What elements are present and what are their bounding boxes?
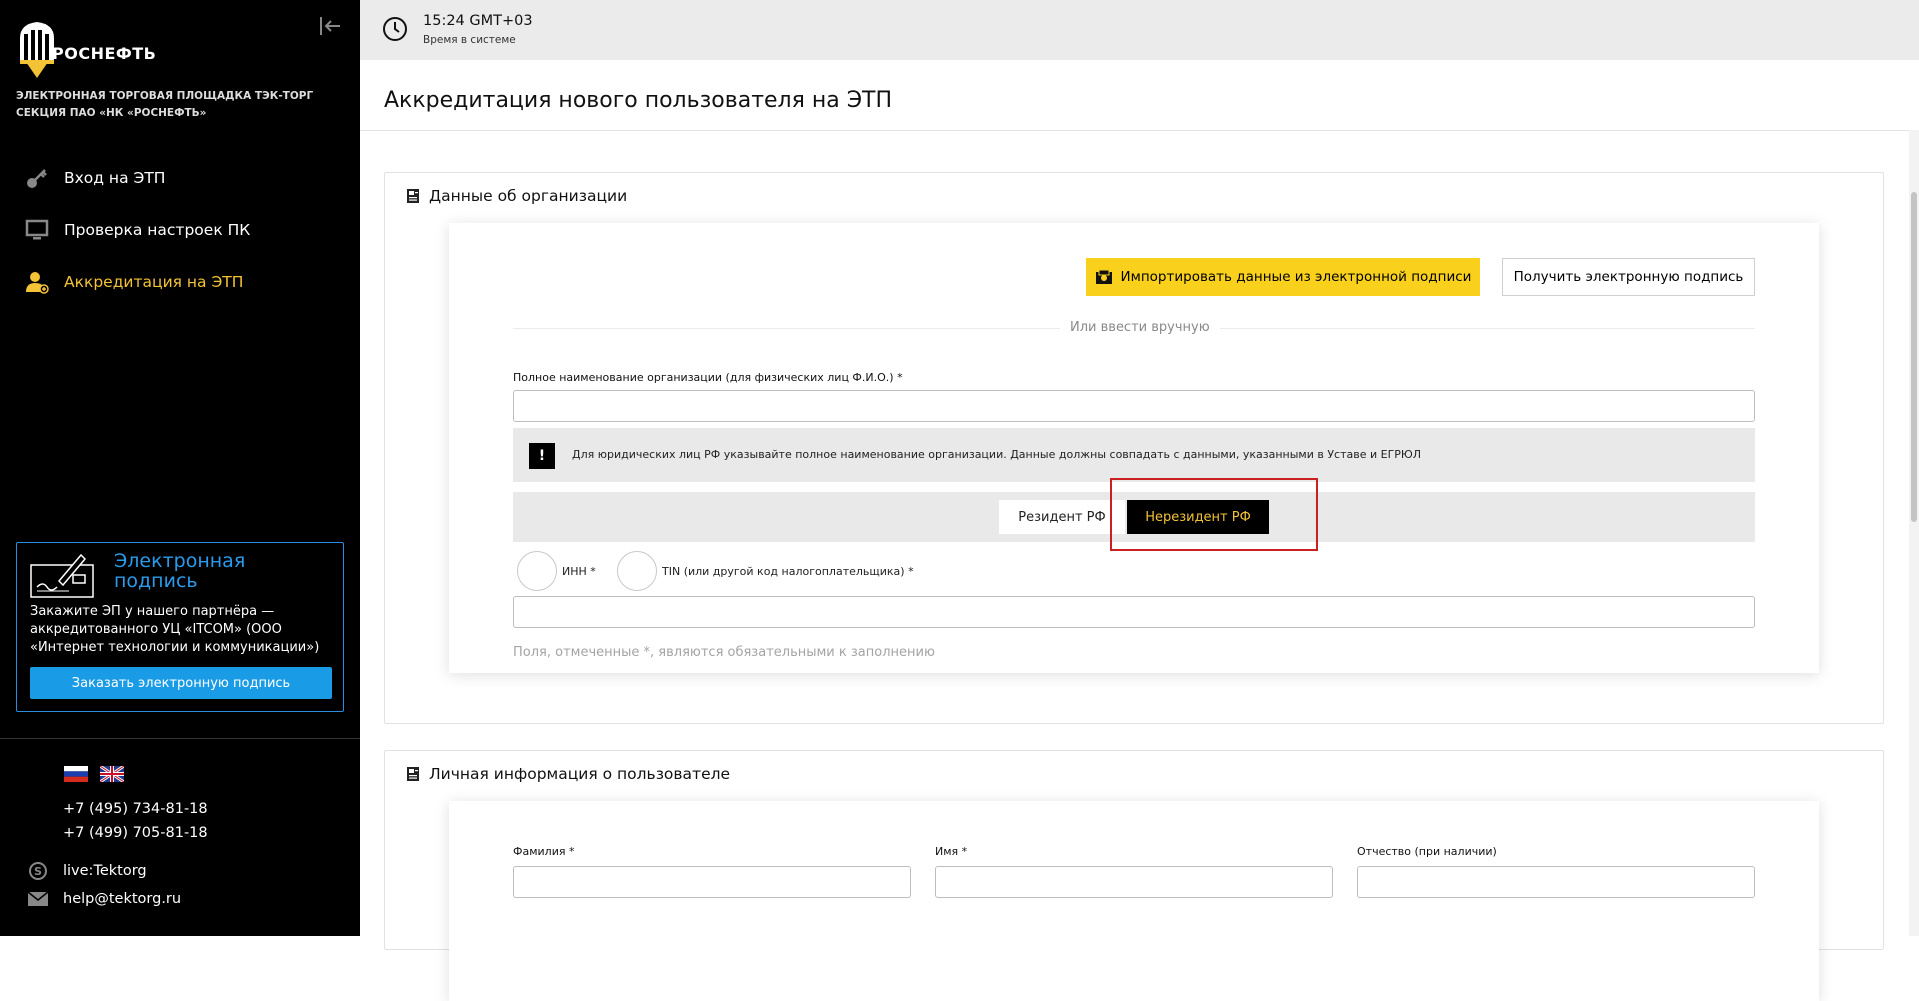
e-signature-card: Электронная подпись Закажите ЭП у нашего… (16, 542, 344, 712)
document-icon (405, 188, 421, 204)
section-header: Личная информация о пользователе (405, 765, 730, 783)
scrollbar[interactable] (1909, 130, 1919, 936)
last-name-label-text: Фамилия (513, 845, 566, 858)
get-signature-button[interactable]: Получить электронную подпись (1502, 258, 1755, 296)
inn-radio[interactable] (517, 551, 557, 591)
tax-id-input[interactable] (513, 596, 1755, 628)
sidebar: РОСНЕФТЬ ЭЛЕКТРОННАЯ ТОРГОВАЯ ПЛОЩАДКА Т… (0, 0, 360, 936)
last-name-input[interactable] (513, 866, 911, 898)
resident-toggle-button[interactable]: Резидент РФ (999, 500, 1125, 534)
phone-1[interactable]: +7 (495) 734-81-18 (63, 801, 208, 817)
tin-radio-label: TIN (или другой код налогоплательщика) * (662, 565, 914, 578)
hint-box: ! Для юридических лиц РФ указывайте полн… (513, 428, 1755, 482)
collapse-sidebar-icon[interactable] (318, 14, 344, 38)
phone-2[interactable]: +7 (499) 705-81-18 (63, 825, 208, 841)
mail-icon (26, 889, 50, 909)
last-name-label: Фамилия * (513, 845, 574, 858)
sidebar-item-login[interactable]: Вход на ЭТП (0, 152, 360, 204)
highlight-box (1110, 478, 1318, 551)
tin-radio[interactable] (617, 551, 657, 591)
import-from-signature-button[interactable]: Импортировать данные из электронной подп… (1086, 258, 1480, 296)
sidebar-item-label: Вход на ЭТП (64, 169, 166, 187)
required-mark: * (565, 845, 575, 858)
section-header: Данные об организации (405, 187, 627, 205)
section-title: Личная информация о пользователе (429, 765, 731, 783)
personal-card (449, 801, 1819, 1001)
sidebar-item-label: Аккредитация на ЭТП (64, 273, 244, 291)
required-mark: * (958, 845, 968, 858)
e-signature-text: Закажите ЭП у нашего партнёра — аккредит… (30, 604, 320, 655)
exclamation-icon: ! (529, 443, 555, 469)
or-manual-text: Или ввести вручную (1060, 320, 1220, 335)
sidebar-divider (0, 738, 360, 739)
clock-icon (382, 16, 408, 42)
skype-contact[interactable]: S live:Tektorg (26, 861, 147, 881)
system-time-label: Время в системе (423, 34, 516, 46)
sidebar-item-accreditation[interactable]: Аккредитация на ЭТП (0, 256, 360, 308)
import-button-label: Импортировать данные из электронной подп… (1120, 269, 1472, 285)
required-fields-note: Поля, отмеченные *, являются обязательны… (513, 645, 935, 660)
top-bar: 15:24 GMT+03 Время в системе (360, 0, 1919, 60)
full-name-label: Полное наименование организации (для физ… (513, 371, 903, 384)
language-switcher (64, 764, 125, 784)
middle-name-label: Отчество (при наличии) (1357, 845, 1497, 858)
middle-name-input[interactable] (1357, 866, 1755, 898)
signature-document-icon (29, 551, 99, 599)
first-name-label: Имя * (935, 845, 967, 858)
user-add-icon (24, 269, 50, 295)
order-signature-button[interactable]: Заказать электронную подпись (30, 667, 332, 699)
email-contact[interactable]: help@tektorg.ru (26, 889, 181, 909)
system-time: 15:24 GMT+03 (423, 13, 533, 29)
logo-text: РОСНЕФТЬ (52, 44, 157, 63)
skype-icon: S (26, 861, 50, 881)
monitor-icon (24, 217, 50, 243)
uk-flag-icon[interactable] (99, 764, 125, 784)
document-icon (405, 766, 421, 782)
first-name-label-text: Имя (935, 845, 959, 858)
section-title: Данные об организации (429, 187, 628, 205)
signature-import-icon (1095, 269, 1113, 285)
full-name-input[interactable] (513, 390, 1755, 422)
inn-radio-label: ИНН * (562, 565, 596, 578)
scrollbar-thumb[interactable] (1911, 192, 1917, 522)
sidebar-item-label: Проверка настроек ПК (64, 221, 251, 239)
e-signature-title: Электронная подпись (114, 550, 246, 592)
sidebar-nav: Вход на ЭТП Проверка настроек ПК Аккреди… (0, 152, 360, 308)
email-text: help@tektorg.ru (63, 891, 182, 907)
required-mark: * (893, 371, 903, 384)
platform-description: ЭЛЕКТРОННАЯ ТОРГОВАЯ ПЛОЩАДКА ТЭК-ТОРГ С… (16, 90, 314, 119)
full-name-label-text: Полное наименование организации (для физ… (513, 371, 894, 384)
svg-text:S: S (34, 865, 42, 878)
skype-text: live:Tektorg (63, 863, 147, 879)
russian-flag-icon[interactable] (64, 766, 88, 782)
personal-section: Личная информация о пользователе (384, 750, 1884, 1001)
page-title: Аккредитация нового пользователя на ЭТП (384, 88, 893, 113)
sidebar-item-pc-check[interactable]: Проверка настроек ПК (0, 204, 360, 256)
hint-text: Для юридических лиц РФ указывайте полное… (572, 448, 1422, 461)
title-divider (360, 130, 1912, 131)
first-name-input[interactable] (935, 866, 1333, 898)
key-icon (24, 165, 50, 191)
